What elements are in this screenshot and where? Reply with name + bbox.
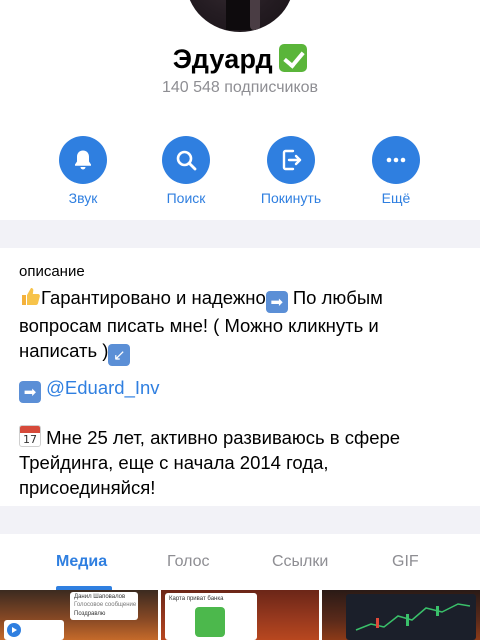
description-line-1b: По любым bbox=[287, 287, 383, 308]
description-line-1a: Гарантировано и надежно bbox=[41, 287, 266, 308]
search-button[interactable]: Поиск bbox=[141, 136, 231, 206]
description-paragraph-1: Гарантировано и надежно ➡ По любым вопрос… bbox=[19, 285, 459, 366]
section-divider bbox=[0, 220, 480, 248]
more-button[interactable]: Ещё bbox=[351, 136, 441, 206]
tab-links[interactable]: Ссылки bbox=[272, 553, 328, 571]
description-line-6: присоединяйся! bbox=[19, 477, 156, 498]
play-icon bbox=[7, 623, 21, 637]
arrow-right-icon: ➡ bbox=[19, 381, 41, 403]
tab-media[interactable]: Медиа bbox=[56, 553, 107, 571]
media-tabs: Медиа Голос Ссылки GIF bbox=[0, 534, 480, 590]
avatar[interactable] bbox=[186, 0, 294, 32]
description-paragraph-3: 17 Мне 25 лет, активно развиваюсь в сфер… bbox=[19, 425, 459, 500]
thumbs-up-icon bbox=[22, 288, 40, 305]
sound-button[interactable]: Звук bbox=[38, 136, 128, 206]
description-line-4: Мне 25 лет, активно развиваюсь в сфере bbox=[46, 427, 401, 448]
profile-name: Эдуард bbox=[172, 44, 273, 74]
more-label: Ещё bbox=[381, 190, 411, 206]
more-icon bbox=[386, 157, 406, 163]
profile-name-row: Эдуард bbox=[0, 43, 480, 75]
description-section: описание Гарантировано и надежно ➡ По люб… bbox=[0, 248, 480, 506]
description-paragraph-2: ➡ @Eduard_Inv bbox=[19, 375, 459, 403]
arrow-down-left-icon: ↙ bbox=[108, 344, 131, 366]
description-line-5: Трейдинга, еще с начала 2014 года, bbox=[19, 452, 329, 473]
profile-header: Эдуард 140 548 подписчиков Звук Поиск По… bbox=[0, 0, 480, 220]
media-thumbnail[interactable] bbox=[322, 590, 480, 640]
chart-thumbnail-icon bbox=[355, 603, 471, 631]
media-thumbnail[interactable]: Карта приват банка bbox=[161, 590, 319, 640]
description-line-2: вопросам писать мне! ( Можно кликнуть и bbox=[19, 315, 379, 336]
arrow-right-icon: ➡ bbox=[265, 291, 288, 313]
action-bar: Звук Поиск Покинуть Ещё bbox=[0, 136, 480, 208]
username-link[interactable]: @Eduard_Inv bbox=[46, 377, 159, 398]
tab-gif[interactable]: GIF bbox=[392, 553, 419, 571]
sound-label: Звук bbox=[68, 190, 98, 206]
subscriber-count: 140 548 подписчиков bbox=[161, 79, 319, 96]
verified-check-icon bbox=[279, 43, 308, 72]
bell-icon bbox=[75, 150, 91, 170]
description-line-3: написать ) bbox=[19, 340, 109, 361]
media-thumbnail[interactable]: Данил Шаповалов Голосовое сообщение Позд… bbox=[0, 590, 158, 640]
search-icon bbox=[176, 150, 197, 171]
search-label: Поиск bbox=[166, 190, 206, 206]
description-title: описание bbox=[19, 263, 85, 280]
media-grid: Данил Шаповалов Голосовое сообщение Позд… bbox=[0, 590, 480, 640]
calendar-icon: 17 bbox=[19, 425, 41, 447]
leave-label: Покинуть bbox=[260, 190, 322, 206]
leave-button[interactable]: Покинуть bbox=[246, 136, 336, 206]
section-divider bbox=[0, 506, 480, 534]
tab-voice[interactable]: Голос bbox=[167, 553, 210, 571]
leave-icon bbox=[282, 149, 302, 171]
